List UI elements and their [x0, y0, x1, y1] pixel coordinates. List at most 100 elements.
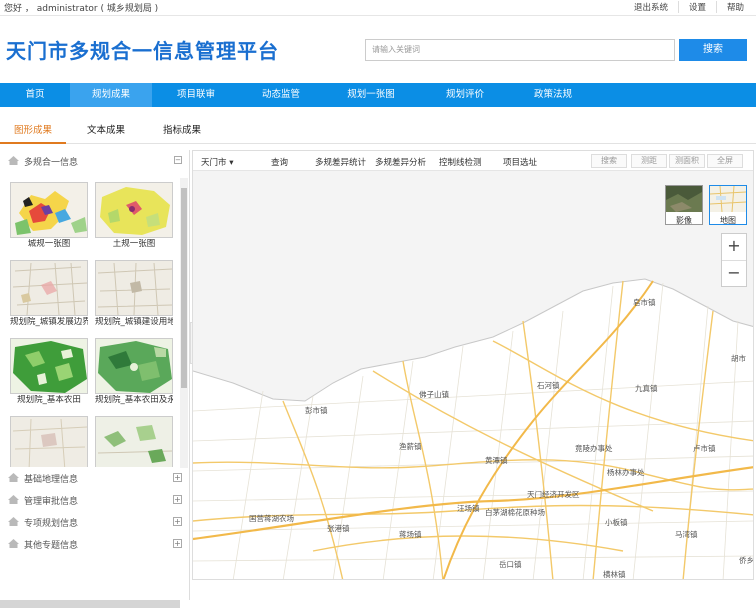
map-label: 岳口镇: [499, 559, 522, 569]
thumbnail-image: [95, 338, 173, 394]
map-label: 石河镇: [537, 380, 560, 390]
tool-control-line-check[interactable]: 控制线检测: [439, 156, 482, 168]
layer-map-button[interactable]: 地图: [709, 185, 747, 225]
thumbnail-image: [10, 338, 88, 394]
search-input[interactable]: 请输入关键词: [365, 39, 675, 61]
layer-imagery-button[interactable]: 影像: [665, 185, 703, 225]
thumbnail-caption: 城规一张图: [27, 239, 71, 249]
top-links: 退出系统 设置 帮助: [624, 1, 754, 13]
map-label: 横林镇: [603, 569, 626, 579]
section-label: 其他专题信息: [24, 541, 79, 551]
layer-label: 地图: [720, 216, 736, 225]
main-nav: 首页 规划成果 项目联审 动态监管 规划一张图 规划评价 政策法规: [0, 83, 756, 107]
collapse-toggle[interactable]: −: [174, 156, 182, 164]
map-label: 汪场镇: [457, 503, 480, 513]
nav-item-planning-results[interactable]: 规划成果: [70, 83, 152, 107]
thumbnail-image: [10, 416, 88, 467]
sidebar: 多规合一信息 − 城规一张图 土规一张图 规划院_城镇发展边界 规划院_城镇建设…: [0, 150, 190, 600]
settings-link[interactable]: 设置: [677, 1, 716, 13]
section-label: 基础地理信息: [24, 475, 79, 485]
zoom-in-button[interactable]: +: [722, 234, 746, 260]
map-label: 白茅湖棉花原种场: [485, 507, 545, 517]
thumbnail-town-boundary[interactable]: 规划院_城镇发展边界: [10, 260, 88, 339]
home-icon: [8, 517, 19, 526]
map-svg: 皂市镇 石河镇 九真镇 胡市 佛子山镇 卢市镇 彭市镇 渔薪镇 黄潭镇 竟陵办事…: [193, 171, 754, 579]
nav-item-project-review[interactable]: 项目联审: [152, 83, 240, 107]
zoom-out-button[interactable]: −: [722, 260, 746, 286]
layer-label: 影像: [676, 216, 692, 225]
nav-item-planning-map[interactable]: 规划一张图: [322, 83, 420, 107]
city-select[interactable]: 天门市 ▾: [201, 156, 233, 168]
map-label: 渔薪镇: [399, 441, 422, 451]
map-label: 胡市: [731, 353, 746, 363]
section-label: 专项规划信息: [24, 519, 79, 529]
logout-link[interactable]: 退出系统: [624, 1, 678, 13]
map-label: 皂市镇: [633, 297, 656, 307]
thumbnail-grid: 城规一张图 土规一张图 规划院_城镇发展边界 规划院_城镇建设用地 规划院_基本…: [10, 182, 178, 467]
fullscreen-button[interactable]: 全屏: [707, 154, 743, 168]
thumbnail-city-plan[interactable]: 城规一张图: [10, 182, 88, 261]
section-other-topics[interactable]: 其他专题信息 +: [0, 534, 190, 554]
thumbnail-land-plan[interactable]: 土规一张图: [95, 182, 173, 261]
map-canvas[interactable]: 皂市镇 石河镇 九真镇 胡市 佛子山镇 卢市镇 彭市镇 渔薪镇 黄潭镇 竟陵办事…: [193, 171, 754, 579]
tab-text-results[interactable]: 文本成果: [70, 120, 142, 144]
thumbnail-image: [95, 260, 173, 316]
sidebar-header[interactable]: 多规合一信息 −: [0, 150, 190, 172]
map-label: 侨乡街道: [739, 555, 754, 565]
map-label: 卢市镇: [693, 443, 716, 453]
map-thumbnail: [709, 185, 747, 213]
map-search-button[interactable]: 搜索: [591, 154, 627, 168]
measure-distance-button[interactable]: 测距: [631, 154, 667, 168]
horizontal-scrollbar[interactable]: [0, 600, 180, 608]
expand-toggle[interactable]: +: [173, 473, 182, 482]
scrollbar-thumb[interactable]: [181, 188, 187, 388]
thumbnail-town-construction[interactable]: 规划院_城镇建设用地规划: [95, 260, 173, 339]
thumbnail-caption: 土规一张图: [112, 239, 156, 249]
tool-query[interactable]: 查询: [271, 156, 288, 168]
map-label: 小板镇: [605, 517, 628, 527]
thumbnail-image: [10, 182, 88, 238]
section-basic-geo[interactable]: 基础地理信息 +: [0, 468, 190, 488]
map-label: 天门经济开发区: [527, 489, 580, 499]
map-label: 国营蒋湖农场: [249, 513, 294, 523]
measure-area-button[interactable]: 测面积: [669, 154, 705, 168]
greeting-text: 您好 ， administrator ( 城乡规划局 ): [4, 4, 159, 14]
tool-diff-analysis[interactable]: 多规差异分析: [375, 156, 426, 168]
thumbnail-extra-2[interactable]: [95, 416, 173, 467]
nav-item-home[interactable]: 首页: [0, 83, 70, 107]
help-link[interactable]: 帮助: [715, 1, 754, 13]
expand-toggle[interactable]: +: [173, 517, 182, 526]
map-label: 蒋场镇: [399, 529, 422, 539]
thumbnail-extra-1[interactable]: [10, 416, 88, 467]
thumbnail-image: [95, 416, 173, 467]
expand-toggle[interactable]: +: [173, 495, 182, 504]
map-label: 佛子山镇: [419, 389, 449, 399]
home-icon: [8, 495, 19, 504]
section-approval[interactable]: 管理审批信息 +: [0, 490, 190, 510]
thumbnail-basic-farmland[interactable]: 规划院_基本农田: [10, 338, 88, 417]
map-label: 九真镇: [635, 383, 658, 393]
header: 天门市多规合一信息管理平台 请输入关键词 搜索: [0, 17, 756, 81]
thumbnail-caption: 规划院_基本农田及永久基本农田: [95, 395, 173, 405]
thumbnail-permanent-farmland[interactable]: 规划院_基本农田及永久基本农田: [95, 338, 173, 417]
result-tabs: 图形成果 文本成果 指标成果: [0, 120, 756, 144]
sidebar-header-label: 多规合一信息: [24, 158, 79, 168]
nav-item-policy[interactable]: 政策法规: [510, 83, 596, 107]
nav-item-planning-evaluation[interactable]: 规划评价: [420, 83, 510, 107]
expand-toggle[interactable]: +: [173, 539, 182, 548]
platform-title: 天门市多规合一信息管理平台: [6, 39, 279, 63]
section-special-plan[interactable]: 专项规划信息 +: [0, 512, 190, 532]
thumbnail-caption: 规划院_城镇发展边界: [10, 317, 88, 327]
tab-graphic-results[interactable]: 图形成果: [0, 120, 66, 144]
tab-indicator-results[interactable]: 指标成果: [146, 120, 218, 144]
thumbnail-image: [10, 260, 88, 316]
imagery-thumbnail: [666, 186, 702, 212]
tool-site-selection[interactable]: 项目选址: [503, 156, 537, 168]
thumbnail-caption: 规划院_城镇建设用地规划: [95, 317, 173, 327]
thumbnail-image: [95, 182, 173, 238]
search-button[interactable]: 搜索: [679, 39, 747, 61]
sidebar-scrollbar[interactable]: [180, 178, 188, 468]
map-label: 张港镇: [327, 523, 350, 533]
tool-diff-stats[interactable]: 多规差异统计: [315, 156, 366, 168]
nav-item-monitoring[interactable]: 动态监管: [240, 83, 322, 107]
